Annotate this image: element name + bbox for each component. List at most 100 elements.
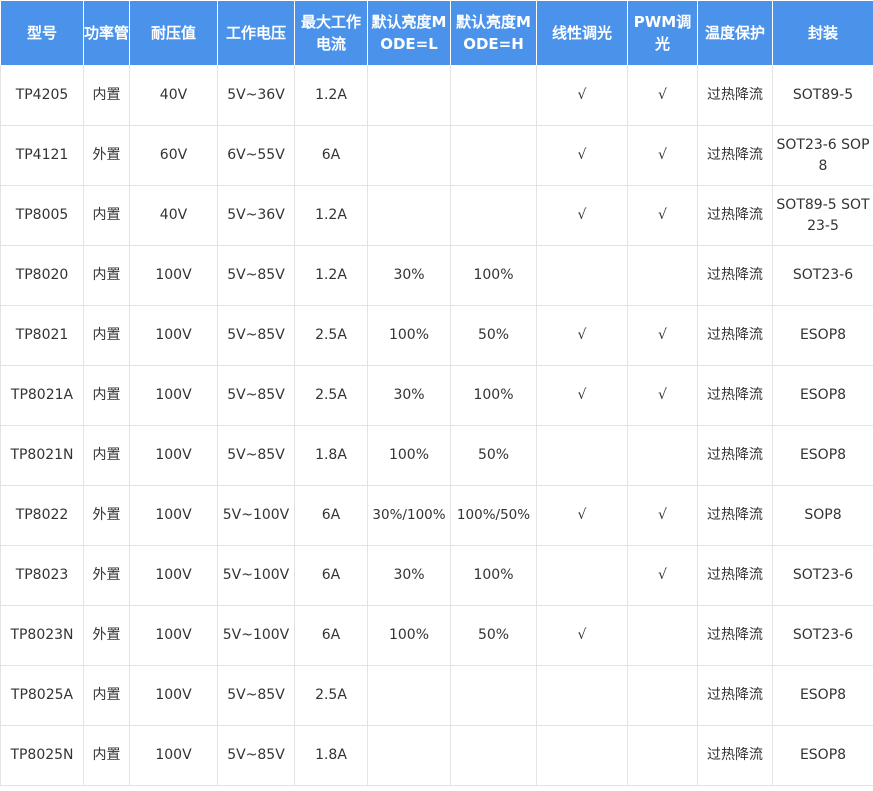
table-header-row: 型号 功率管 耐压值 工作电压 最大工作电流 默认亮度MODE=L 默认亮度MO…: [0, 0, 873, 66]
cell-package: SOT23-6 SOP8: [772, 125, 873, 186]
cell-working-voltage: 5V~100V: [217, 605, 295, 666]
cell-power-tube: 外置: [83, 545, 130, 606]
cell-max-current: 1.2A: [294, 65, 368, 126]
cell-package: ESOP8: [772, 725, 873, 786]
header-default-brightness-low: 默认亮度MODE=L: [367, 0, 451, 66]
table-row: TP8021N 内置 100V 5V~85V 1.8A 100% 50% 过热降…: [0, 425, 873, 486]
header-power-tube: 功率管: [83, 0, 130, 66]
header-package: 封装: [772, 0, 873, 66]
cell-linear-dimming: √: [536, 605, 628, 666]
cell-temperature-protection: 过热降流: [697, 65, 773, 126]
cell-default-brightness-high: [450, 665, 537, 726]
cell-working-voltage: 5V~85V: [217, 245, 295, 306]
cell-linear-dimming: [536, 425, 628, 486]
cell-max-current: 1.2A: [294, 245, 368, 306]
product-spec-table: 型号 功率管 耐压值 工作电压 最大工作电流 默认亮度MODE=L 默认亮度MO…: [0, 0, 873, 786]
cell-withstand-voltage: 100V: [129, 665, 218, 726]
cell-default-brightness-high: [450, 125, 537, 186]
cell-linear-dimming: √: [536, 65, 628, 126]
cell-model: TP8025A: [0, 665, 84, 726]
cell-max-current: 6A: [294, 125, 368, 186]
cell-temperature-protection: 过热降流: [697, 725, 773, 786]
cell-power-tube: 外置: [83, 605, 130, 666]
cell-temperature-protection: 过热降流: [697, 305, 773, 366]
cell-max-current: 1.8A: [294, 725, 368, 786]
cell-linear-dimming: √: [536, 305, 628, 366]
cell-model: TP8023: [0, 545, 84, 606]
header-working-voltage: 工作电压: [217, 0, 295, 66]
cell-default-brightness-low: 30%: [367, 545, 451, 606]
table-row: TP8025N 内置 100V 5V~85V 1.8A 过热降流 ESOP8: [0, 725, 873, 786]
cell-default-brightness-high: 100%: [450, 545, 537, 606]
table-row: TP8025A 内置 100V 5V~85V 2.5A 过热降流 ESOP8: [0, 665, 873, 726]
cell-pwm-dimming: √: [627, 305, 698, 366]
cell-linear-dimming: √: [536, 365, 628, 426]
cell-power-tube: 内置: [83, 725, 130, 786]
table-row: TP8022 外置 100V 5V~100V 6A 30%/100% 100%/…: [0, 485, 873, 546]
cell-model: TP8021A: [0, 365, 84, 426]
cell-default-brightness-low: [367, 185, 451, 246]
cell-withstand-voltage: 40V: [129, 185, 218, 246]
cell-default-brightness-high: 100%/50%: [450, 485, 537, 546]
cell-package: SOT23-6: [772, 545, 873, 606]
cell-package: SOT23-6: [772, 605, 873, 666]
cell-linear-dimming: [536, 545, 628, 606]
cell-pwm-dimming: √: [627, 185, 698, 246]
cell-temperature-protection: 过热降流: [697, 665, 773, 726]
cell-temperature-protection: 过热降流: [697, 125, 773, 186]
cell-working-voltage: 6V~55V: [217, 125, 295, 186]
cell-model: TP4205: [0, 65, 84, 126]
cell-withstand-voltage: 40V: [129, 65, 218, 126]
cell-default-brightness-high: 50%: [450, 305, 537, 366]
cell-package: ESOP8: [772, 305, 873, 366]
cell-default-brightness-high: 50%: [450, 425, 537, 486]
cell-model: TP8021N: [0, 425, 84, 486]
header-pwm-dimming: PWM调光: [627, 0, 698, 66]
cell-pwm-dimming: √: [627, 65, 698, 126]
cell-pwm-dimming: √: [627, 365, 698, 426]
cell-pwm-dimming: √: [627, 545, 698, 606]
cell-temperature-protection: 过热降流: [697, 425, 773, 486]
cell-pwm-dimming: √: [627, 125, 698, 186]
cell-default-brightness-high: 100%: [450, 365, 537, 426]
cell-power-tube: 外置: [83, 125, 130, 186]
cell-max-current: 2.5A: [294, 305, 368, 366]
cell-linear-dimming: [536, 725, 628, 786]
cell-working-voltage: 5V~36V: [217, 185, 295, 246]
cell-default-brightness-low: 30%: [367, 365, 451, 426]
cell-linear-dimming: √: [536, 185, 628, 246]
cell-package: SOT23-6: [772, 245, 873, 306]
header-withstand-voltage: 耐压值: [129, 0, 218, 66]
cell-withstand-voltage: 100V: [129, 245, 218, 306]
cell-pwm-dimming: [627, 725, 698, 786]
cell-default-brightness-high: 50%: [450, 605, 537, 666]
cell-default-brightness-low: 30%: [367, 245, 451, 306]
cell-withstand-voltage: 100V: [129, 545, 218, 606]
table-row: TP8021A 内置 100V 5V~85V 2.5A 30% 100% √ √…: [0, 365, 873, 426]
table-row: TP4121 外置 60V 6V~55V 6A √ √ 过热降流 SOT23-6…: [0, 125, 873, 186]
cell-default-brightness-low: [367, 125, 451, 186]
cell-withstand-voltage: 100V: [129, 485, 218, 546]
cell-package: ESOP8: [772, 665, 873, 726]
cell-temperature-protection: 过热降流: [697, 605, 773, 666]
cell-model: TP8021: [0, 305, 84, 366]
cell-model: TP8020: [0, 245, 84, 306]
cell-pwm-dimming: √: [627, 485, 698, 546]
cell-model: TP4121: [0, 125, 84, 186]
cell-linear-dimming: [536, 665, 628, 726]
cell-power-tube: 内置: [83, 365, 130, 426]
cell-working-voltage: 5V~85V: [217, 665, 295, 726]
header-model: 型号: [0, 0, 84, 66]
cell-power-tube: 外置: [83, 485, 130, 546]
cell-pwm-dimming: [627, 605, 698, 666]
cell-withstand-voltage: 100V: [129, 425, 218, 486]
cell-withstand-voltage: 100V: [129, 605, 218, 666]
cell-linear-dimming: [536, 245, 628, 306]
cell-pwm-dimming: [627, 665, 698, 726]
cell-model: TP8023N: [0, 605, 84, 666]
cell-default-brightness-low: 100%: [367, 605, 451, 666]
cell-withstand-voltage: 100V: [129, 305, 218, 366]
cell-package: ESOP8: [772, 425, 873, 486]
cell-temperature-protection: 过热降流: [697, 245, 773, 306]
cell-max-current: 1.2A: [294, 185, 368, 246]
